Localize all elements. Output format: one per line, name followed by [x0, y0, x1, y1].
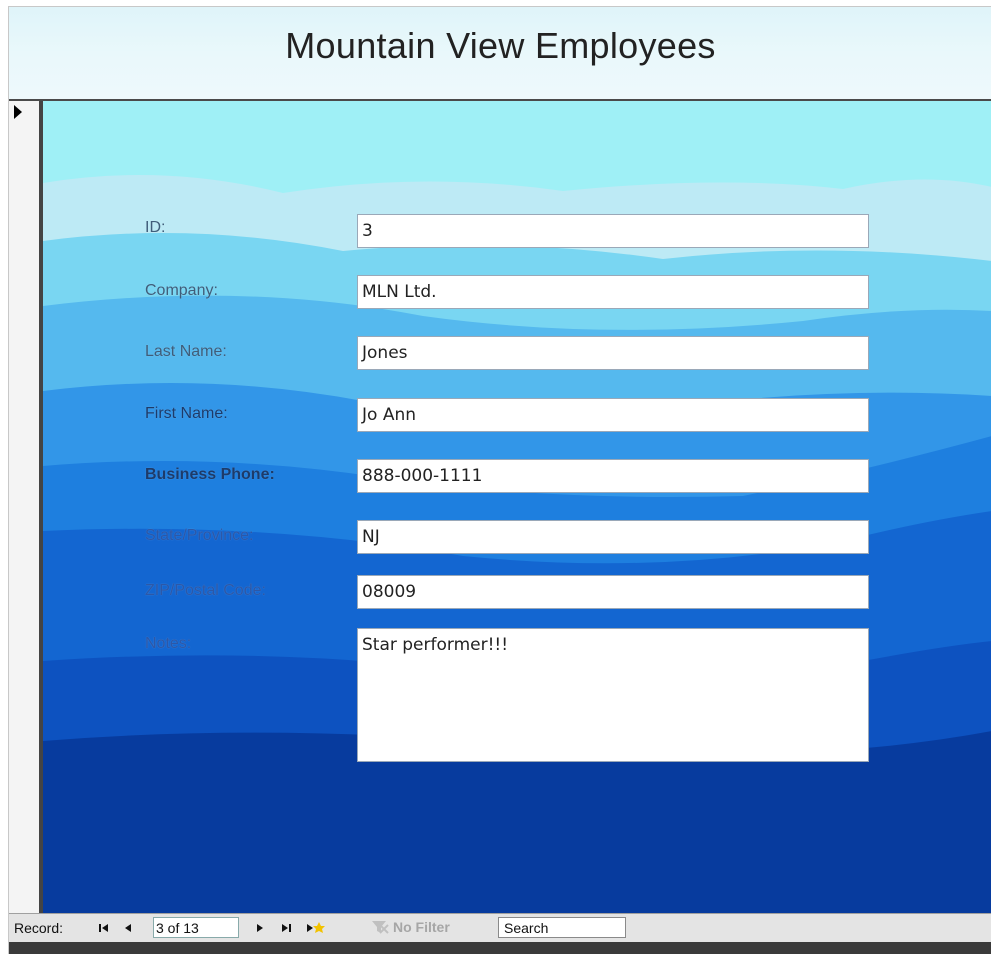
next-record-icon[interactable] [253, 922, 267, 934]
zip-postal-code-field[interactable]: 08009 [357, 575, 869, 609]
last-name-label: Last Name: [145, 343, 227, 360]
previous-record-icon[interactable] [121, 922, 135, 934]
access-form-window: Mountain View Employees ID: 3 Company: M… [8, 6, 991, 954]
business-phone-field[interactable]: 888-000-1111 [357, 459, 869, 493]
record-selector[interactable] [9, 101, 43, 913]
filter-icon [372, 921, 389, 934]
no-filter-button[interactable]: No Filter [345, 917, 490, 938]
notes-label: Notes: [145, 635, 192, 652]
first-name-field[interactable]: Jo Ann [357, 398, 869, 432]
id-label: ID: [145, 219, 166, 236]
window-bottom-edge [9, 942, 991, 954]
new-record-icon[interactable] [305, 922, 327, 934]
form-detail-section: ID: 3 Company: MLN Ltd. Last Name: Jones… [43, 101, 991, 913]
last-record-icon[interactable] [279, 922, 293, 934]
business-phone-label: Business Phone: [145, 466, 275, 483]
current-record-field[interactable]: 3 of 13 [153, 917, 239, 938]
search-input[interactable]: Search [498, 917, 626, 938]
record-navigation-bar: Record: 3 of 13 No Filter Search [9, 913, 991, 942]
company-field[interactable]: MLN Ltd. [357, 275, 869, 309]
record-label: Record: [14, 920, 64, 936]
last-name-field[interactable]: Jones [357, 336, 869, 370]
form-header: Mountain View Employees [9, 7, 991, 101]
first-name-label: First Name: [145, 405, 228, 422]
zip-postal-code-label: ZIP/Postal Code: [145, 582, 266, 599]
no-filter-label: No Filter [393, 919, 450, 935]
notes-field[interactable]: Star performer!!! [357, 628, 869, 762]
id-field[interactable]: 3 [357, 214, 869, 248]
record-selector-arrow-icon [14, 105, 22, 119]
form-title: Mountain View Employees [285, 25, 716, 66]
company-label: Company: [145, 282, 218, 299]
first-record-icon[interactable] [97, 922, 111, 934]
state-province-field[interactable]: NJ [357, 520, 869, 554]
state-province-label: State/Province: [145, 527, 254, 544]
